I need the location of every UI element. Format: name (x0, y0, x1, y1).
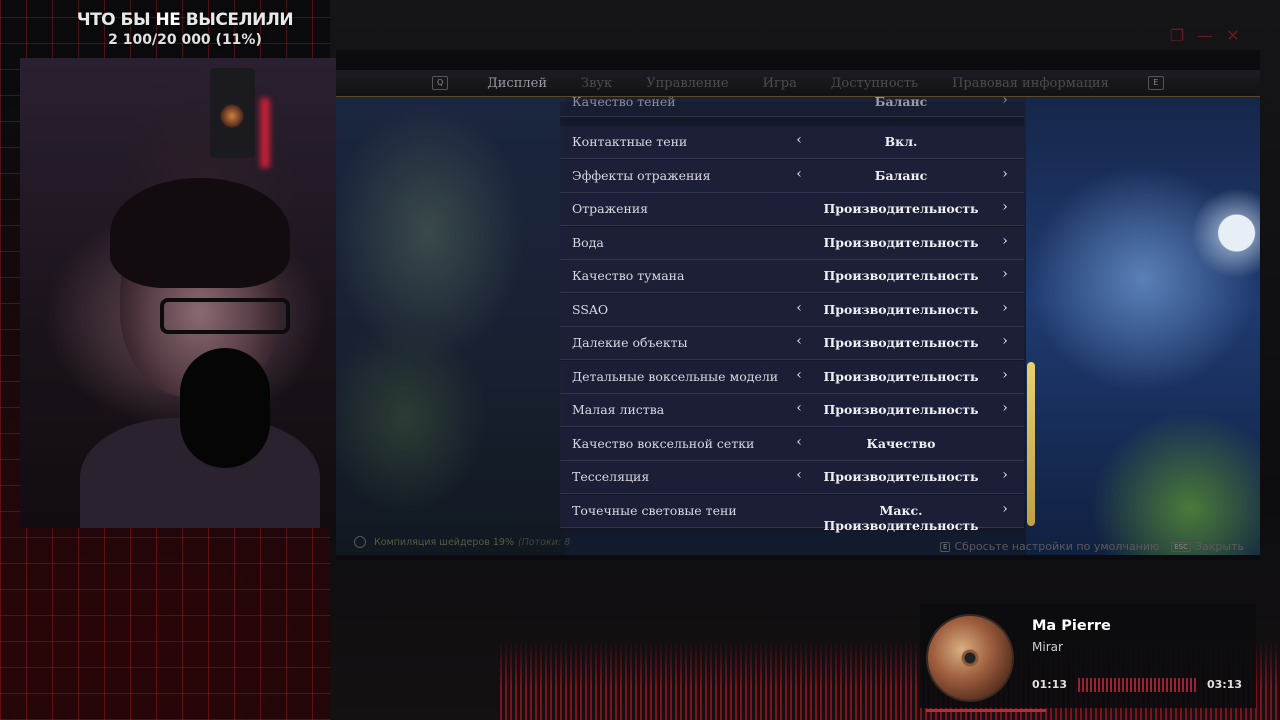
time-total: 03:13 (1206, 678, 1242, 691)
chevron-right-icon[interactable]: › (998, 501, 1012, 517)
restore-icon[interactable]: ❐ (1168, 26, 1186, 45)
album-art (926, 614, 1014, 702)
chevron-left-icon[interactable]: ‹ (792, 367, 806, 383)
chevron-right-icon[interactable]: › (998, 333, 1012, 349)
close-button[interactable]: ESC Закрыть (1171, 540, 1244, 553)
settings-tabbar: Q Дисплей Звук Управление Игра Доступнос… (336, 70, 1260, 97)
time-current: 01:13 (1032, 678, 1068, 691)
donation-goal-amount: 2 100/20 000 (11%) (108, 32, 262, 48)
setting-contact-shadows[interactable]: Контактные тени ‹ Вкл. (560, 126, 1024, 159)
glasses (160, 298, 290, 334)
webcam-feed (20, 58, 336, 528)
tab-game[interactable]: Игра (763, 76, 797, 91)
tab-controls[interactable]: Управление (646, 76, 728, 91)
close-icon[interactable]: ✕ (1224, 26, 1242, 45)
streamer-hair (110, 178, 290, 288)
game-scene-right (1026, 95, 1260, 555)
chevron-right-icon[interactable]: › (998, 300, 1012, 316)
setting-shadow-quality[interactable]: Качество теней Баланс › (560, 92, 1024, 117)
setting-small-foliage[interactable]: Малая листва ‹ Производительность › (560, 394, 1024, 427)
tab-accessibility[interactable]: Доступность (831, 76, 918, 91)
setting-reflections[interactable]: Отражения Производительность › (560, 193, 1024, 226)
chevron-left-icon[interactable]: ‹ (792, 434, 806, 450)
game-scene-left (336, 95, 566, 555)
chevron-right-icon[interactable]: › (998, 199, 1012, 215)
donation-goal: ЧТО БЫ НЕ ВЫСЕЛИЛИ 2 100/20 000 (11%) (70, 10, 300, 48)
chevron-left-icon[interactable]: ‹ (792, 467, 806, 483)
setting-point-light-shadows[interactable]: Точечные световые тени Макс. Производите… (560, 494, 1024, 533)
donation-goal-title: ЧТО БЫ НЕ ВЫСЕЛИЛИ (76, 10, 294, 30)
shader-compile-status: Компиляция шейдеров 19% (Потоки: 8 (374, 537, 571, 548)
ambient-light (260, 98, 270, 168)
settings-list: Качество теней Баланс › Контактные тени … (560, 92, 1024, 533)
song-artist: Mirar (1032, 640, 1063, 654)
setting-tessellation[interactable]: Тесселяция ‹ Производительность › (560, 461, 1024, 494)
chevron-right-icon[interactable]: › (998, 367, 1012, 383)
setting-fog-quality[interactable]: Качество тумана Производительность › (560, 260, 1024, 293)
chevron-right-icon[interactable]: › (998, 92, 1012, 108)
track-waveform (1078, 678, 1198, 692)
minimize-icon[interactable]: — (1196, 26, 1214, 45)
setting-ssao[interactable]: SSAO ‹ Производительность › (560, 293, 1024, 327)
setting-detailed-voxel-models[interactable]: Детальные воксельные модели ‹ Производит… (560, 360, 1024, 394)
speaker-image (210, 68, 255, 158)
microphone (180, 348, 270, 468)
setting-water[interactable]: Вода Производительность › (560, 226, 1024, 260)
chevron-left-icon[interactable]: ‹ (792, 300, 806, 316)
now-playing-widget: Ma Pierre Mirar 01:13 03:13 (920, 604, 1256, 712)
chevron-left-icon[interactable]: ‹ (792, 400, 806, 416)
settings-footer: E Сбросьте настройки по умолчанию ESC За… (940, 540, 1244, 553)
tab-prev-key-icon[interactable]: Q (432, 76, 449, 90)
game-window: Q Дисплей Звук Управление Игра Доступнос… (336, 50, 1260, 560)
tab-legal[interactable]: Правовая информация (952, 76, 1109, 91)
chevron-right-icon[interactable]: › (998, 166, 1012, 182)
setting-voxel-grid-quality[interactable]: Качество воксельной сетки ‹ Качество (560, 427, 1024, 461)
window-controls: ❐ — ✕ (1168, 26, 1242, 45)
tab-sound[interactable]: Звук (581, 76, 612, 91)
setting-distant-objects[interactable]: Далекие объекты ‹ Производительность › (560, 327, 1024, 360)
key-hint-icon: E (940, 541, 951, 552)
setting-reflection-effects[interactable]: Эффекты отражения ‹ Баланс › (560, 159, 1024, 193)
key-hint-icon: ESC (1171, 541, 1191, 552)
track-progress-bar (926, 709, 1046, 712)
chevron-right-icon[interactable]: › (998, 400, 1012, 416)
tab-display[interactable]: Дисплей (487, 76, 547, 91)
song-title: Ma Pierre (1032, 618, 1111, 634)
chevron-left-icon[interactable]: ‹ (792, 166, 806, 182)
chevron-left-icon[interactable]: ‹ (792, 333, 806, 349)
chevron-left-icon[interactable]: ‹ (792, 132, 806, 148)
shader-progress-icon (354, 536, 366, 548)
chevron-right-icon[interactable]: › (998, 233, 1012, 249)
reset-defaults-button[interactable]: E Сбросьте настройки по умолчанию (940, 540, 1159, 553)
tab-next-key-icon[interactable]: E (1147, 76, 1164, 90)
chevron-right-icon[interactable]: › (998, 467, 1012, 483)
settings-scrollbar-thumb[interactable] (1027, 362, 1035, 526)
chevron-right-icon[interactable]: › (998, 266, 1012, 282)
